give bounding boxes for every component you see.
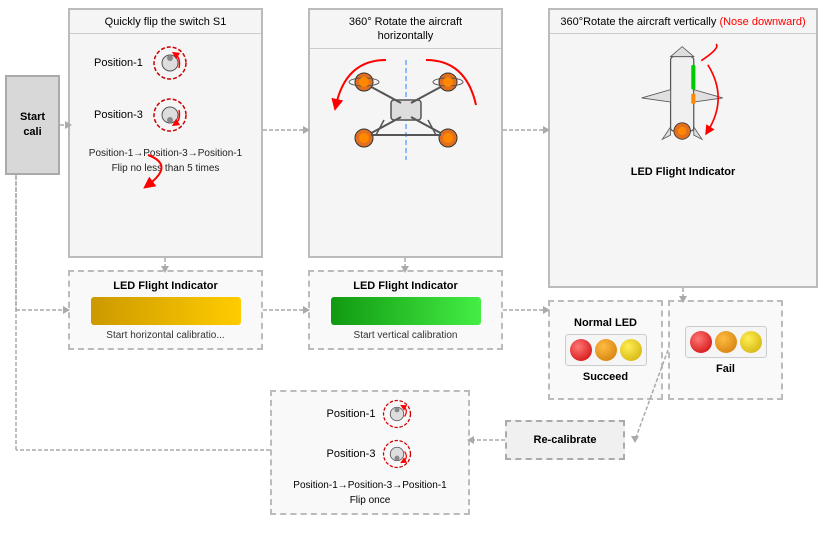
pos-flip-sub: Position-1→Position-3→Position-1 Flip on… [293, 478, 446, 508]
step-box-2: 360° Rotate the aircrafthorizontally [308, 8, 503, 258]
box2-title: 360° Rotate the aircrafthorizontally [310, 10, 501, 49]
aircraft-vertical-icon [633, 40, 733, 160]
step-box-3: 360°Rotate the aircraft vertically (Nose… [548, 8, 818, 288]
fail-label: Fail [716, 363, 735, 375]
led-fail-lamp-yellow [740, 331, 762, 353]
start-cali-box: Start cali [5, 75, 60, 175]
switch-flip-icon-3 [381, 438, 413, 470]
pos-flip-pos1-row: Position-1 [327, 398, 414, 430]
succeed-label: Succeed [583, 371, 628, 383]
switch-flip-icon-1 [381, 398, 413, 430]
led-box1-sub: Start horizontal calibratio... [106, 330, 224, 341]
box1-sub: Position-1→Position-3→Position-1 Flip no… [89, 146, 242, 176]
pos-flip-pos3-row: Position-3 [327, 438, 414, 470]
led-bar-green [331, 297, 481, 325]
led-bar-yellow [91, 297, 241, 325]
led-box2-label: LED Flight Indicator [353, 280, 458, 292]
box3-title: 360°Rotate the aircraft vertically (Nose… [550, 10, 816, 34]
result-fail-box: Fail [668, 300, 783, 400]
led-fail-lamp-red [690, 331, 712, 353]
pos-flip-pos3-label: Position-3 [327, 448, 376, 460]
led-box1-label: LED Flight Indicator [113, 280, 218, 292]
box1-inner: Position-1 Position-3 [70, 34, 261, 182]
switch-icon-1 [151, 44, 189, 82]
switch-icon-3 [151, 96, 189, 134]
drone-icon [326, 55, 486, 165]
led-lamps-fail [685, 326, 767, 358]
led-lamp-red [570, 339, 592, 361]
led-lamps-succeed [565, 334, 647, 366]
position1-row: Position-1 [76, 44, 255, 82]
led-lamp-yellow [620, 339, 642, 361]
result-succeed-box: Normal LED Succeed [548, 300, 663, 400]
led-lamp-orange [595, 339, 617, 361]
pos-flip-pos1-label: Position-1 [327, 408, 376, 420]
box3-red: (Nose downward) [719, 16, 805, 28]
position-flip-bottom-box: Position-1 Position-3 [270, 390, 470, 515]
step-box-1: Quickly flip the switch S1 Position-1 [68, 8, 263, 258]
recalib-label: Re-calibrate [534, 434, 597, 446]
led-indicator-box1: LED Flight Indicator Start horizontal ca… [68, 270, 263, 350]
led-indicator-box2: LED Flight Indicator Start vertical cali… [308, 270, 503, 350]
box3-inner: LED Flight Indicator [550, 34, 816, 184]
position3-row: Position-3 [76, 96, 255, 134]
led-flight-label-3: LED Flight Indicator [631, 166, 736, 178]
led-fail-lamp-orange [715, 331, 737, 353]
box1-title: Quickly flip the switch S1 [70, 10, 261, 34]
recalibrate-box[interactable]: Re-calibrate [505, 420, 625, 460]
box2-inner [310, 49, 501, 171]
canvas: Start cali Quickly flip the switch S1 Po… [0, 0, 829, 535]
succeed-led-label: Normal LED [574, 317, 637, 329]
position3-label: Position-3 [94, 109, 143, 121]
position1-label: Position-1 [94, 57, 143, 69]
start-cali-label: Start cali [20, 110, 45, 141]
led-box2-sub: Start vertical calibration [354, 330, 458, 341]
